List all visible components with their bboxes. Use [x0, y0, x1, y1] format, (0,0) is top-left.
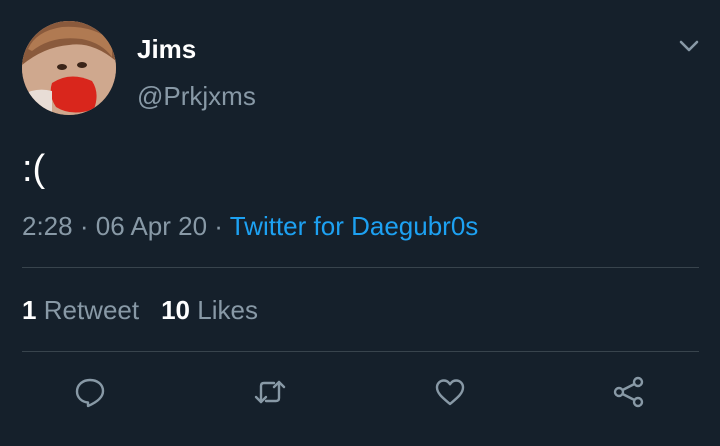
likes-count: 10: [161, 295, 191, 325]
chevron-down-icon[interactable]: [674, 34, 704, 58]
tweet-text: :(: [22, 148, 46, 190]
share-button[interactable]: [609, 372, 649, 412]
heart-icon: [435, 379, 465, 406]
tweet-date: 06 Apr 20: [95, 211, 208, 241]
retweets-count: 1: [22, 295, 37, 325]
retweets-label: Retweet: [43, 295, 140, 325]
reply-icon: [75, 378, 105, 408]
avatar[interactable]: [22, 21, 116, 115]
tweet-source-link[interactable]: Twitter for Daegubr0s: [230, 211, 479, 241]
tweet-time: 2:28: [22, 211, 73, 241]
user-handle[interactable]: @Prkjxms: [137, 80, 256, 112]
retweet-button[interactable]: [250, 372, 290, 412]
meta-separator: ·: [214, 211, 223, 241]
divider: [22, 351, 699, 352]
retweets-stat[interactable]: 1 Retweet: [22, 295, 139, 325]
tweet-stats: 1 Retweet 10 Likes: [22, 293, 258, 327]
reply-button[interactable]: [70, 372, 110, 412]
tweet-meta: 2:28 · 06 Apr 20 · Twitter for Daegubr0s: [22, 209, 478, 243]
retweet-icon: [254, 380, 286, 404]
divider: [22, 267, 699, 268]
avatar-image: [22, 21, 116, 115]
share-icon: [613, 376, 644, 408]
tweet-card: Jims @Prkjxms :( 2:28 · 06 Apr 20 · Twit…: [0, 0, 720, 446]
like-button[interactable]: [430, 372, 470, 412]
likes-stat[interactable]: 10 Likes: [161, 295, 258, 325]
likes-label: Likes: [197, 295, 258, 325]
display-name[interactable]: Jims: [137, 33, 196, 65]
meta-separator: ·: [79, 211, 89, 241]
